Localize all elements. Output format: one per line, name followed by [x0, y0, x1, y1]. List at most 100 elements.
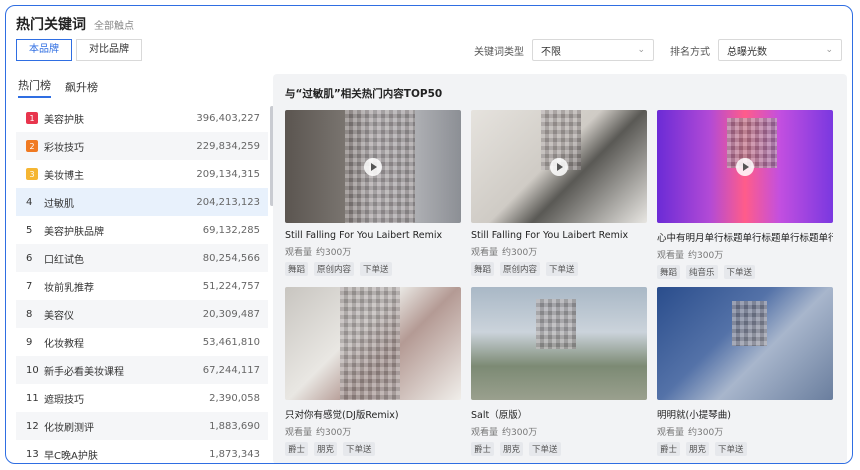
rank-value: 69,132,285 [202, 224, 260, 236]
video-thumbnail[interactable] [285, 287, 461, 400]
video-thumbnail[interactable] [285, 110, 461, 223]
views-count: 约300万 [688, 251, 724, 261]
content-card[interactable]: Salt（原版） 观看量 约300万 爵士 朋克 下单送 [471, 287, 647, 456]
rank-badge: 1 [26, 112, 38, 124]
ranking-row[interactable]: 2 彩妆技巧 229,834,259 [16, 132, 268, 160]
tag[interactable]: 舞蹈 [657, 265, 681, 279]
ranking-row[interactable]: 7 妆前乳推荐 51,224,757 [16, 272, 268, 300]
tag[interactable]: 爵士 [471, 442, 495, 456]
views-label: 观看量 [657, 428, 685, 438]
card-tags: 舞蹈 原创内容 下单送 [285, 262, 461, 276]
rank-keyword: 遮瑕技巧 [44, 394, 84, 406]
card-tags: 舞蹈 纯音乐 下单送 [657, 265, 833, 279]
content-card[interactable]: Still Falling For You Laibert Remix 观看量 约3… [285, 110, 461, 276]
rank-value: 1,883,690 [209, 420, 260, 432]
rank-keyword: 早C晚A护肤 [44, 450, 98, 462]
ranking-panel: 热门榜 飙升榜 1 美容护肤 396,403,227 2 彩妆技巧 229,834,259… [16, 74, 274, 463]
rank-value: 209,134,315 [196, 168, 260, 180]
tag[interactable]: 舞蹈 [285, 262, 309, 276]
panel-subtitle: 全部触点 [94, 21, 134, 32]
rank-value: 229,834,259 [196, 140, 260, 152]
card-views: 观看量 约300万 [657, 425, 833, 438]
card-title[interactable]: 只对你有感觉(DJ版Remix) [285, 407, 461, 421]
card-views: 观看量 约300万 [471, 425, 647, 438]
ranking-row[interactable]: 4 过敏肌 204,213,123 [16, 188, 268, 216]
play-icon[interactable] [550, 157, 568, 176]
rank-value: 396,403,227 [196, 112, 260, 124]
tag[interactable]: 爵士 [285, 442, 309, 456]
panel-title: 热门关键词 [16, 17, 86, 33]
rank-keyword: 化妆刷测评 [44, 422, 94, 434]
card-title[interactable]: Salt（原版） [471, 407, 647, 421]
keyword-type-select[interactable]: 不限 ⌄ [532, 39, 654, 61]
rank-number: 12 [26, 420, 39, 432]
content-card[interactable]: 心中有明月单行标题单行标题单行标题单行标题观看量约300万舞蹈纯音乐下单送 [657, 110, 833, 279]
play-icon[interactable] [736, 157, 754, 176]
card-views: 观看量 约300万 [471, 245, 647, 258]
rank-number: 4 [26, 196, 33, 208]
ranking-row[interactable]: 5 美容护肤品牌 69,132,285 [16, 216, 268, 244]
ranking-row[interactable]: 13 早C晚A护肤 1,873,343 [16, 440, 268, 463]
tag[interactable]: 爵士 [657, 442, 681, 456]
ranking-row[interactable]: 10 新手必看美妆课程 67,244,117 [16, 356, 268, 384]
content-card[interactable]: Still Falling For You Laibert Remix 观看量 约3… [471, 110, 647, 276]
play-icon[interactable] [364, 157, 382, 176]
ranking-row[interactable]: 9 化妆教程 53,461,810 [16, 328, 268, 356]
rank-number: 7 [26, 280, 33, 292]
chevron-down-icon: ⌄ [637, 45, 645, 55]
tag[interactable]: 原创内容 [314, 262, 355, 276]
rank-keyword: 妆前乳推荐 [44, 282, 94, 294]
card-title[interactable]: Still Falling For You Laibert Remix [285, 230, 461, 241]
tag[interactable]: 朋克 [314, 442, 338, 456]
ranking-row[interactable]: 3 美妆博主 209,134,315 [16, 160, 268, 188]
tab-rising[interactable]: 飙升榜 [65, 79, 98, 98]
ranking-row[interactable]: 6 口红试色 80,254,566 [16, 244, 268, 272]
tag[interactable]: 朋克 [686, 442, 710, 456]
blurred-face-overlay [732, 301, 767, 346]
tag[interactable]: 原创内容 [500, 262, 541, 276]
ranking-row[interactable]: 1 美容护肤 396,403,227 [16, 104, 268, 132]
card-title[interactable]: 明明就(小提琴曲) [657, 407, 833, 421]
ranking-row[interactable]: 11 遮瑕技巧 2,390,058 [16, 384, 268, 412]
ranking-row[interactable]: 8 美容仪 20,309,487 [16, 300, 268, 328]
rank-keyword: 美妆博主 [44, 170, 84, 182]
card-views: 观看量 约300万 [285, 425, 461, 438]
video-thumbnail[interactable] [471, 110, 647, 223]
tab-hot[interactable]: 热门榜 [18, 77, 51, 98]
tag[interactable]: 下单送 [715, 442, 747, 456]
rank-keyword: 口红试色 [44, 254, 84, 266]
tag[interactable]: 下单送 [529, 442, 561, 456]
video-thumbnail[interactable] [657, 287, 833, 400]
tag[interactable]: 下单送 [546, 262, 578, 276]
rank-keyword: 彩妆技巧 [44, 142, 84, 154]
tag[interactable]: 纯音乐 [686, 265, 718, 279]
card-title[interactable]: Still Falling For You Laibert Remix [471, 230, 647, 241]
sort-select[interactable]: 总曝光数 ⌄ [718, 39, 842, 61]
card-tags: 舞蹈 原创内容 下单送 [471, 262, 647, 276]
compare-brand-button[interactable]: 对比品牌 [76, 39, 142, 61]
content-card[interactable]: 只对你有感觉(DJ版Remix) 观看量 约300万 爵士 朋克 下单送 [285, 287, 461, 456]
rank-keyword: 化妆教程 [44, 338, 84, 350]
video-thumbnail[interactable] [657, 110, 833, 223]
rank-number: 2 [26, 140, 44, 152]
rank-keyword: 美容仪 [44, 310, 74, 322]
rank-keyword: 新手必看美妆课程 [44, 366, 124, 378]
blurred-face-overlay [340, 287, 400, 400]
tag[interactable]: 下单送 [360, 262, 392, 276]
video-thumbnail[interactable] [471, 287, 647, 400]
views-count: 约300万 [316, 248, 352, 258]
tag[interactable]: 舞蹈 [471, 262, 495, 276]
related-content-panel: 与“过敏肌”相关热门内容TOP50 Still Falling For You … [273, 74, 847, 463]
ranking-row[interactable]: 12 化妆刷测评 1,883,690 [16, 412, 268, 440]
card-title[interactable]: 心中有明月单行标题单行标题单行标题单行标题 [657, 230, 833, 244]
rank-number: 11 [26, 392, 39, 404]
rank-keyword: 美容护肤 [44, 114, 84, 126]
rank-number: 8 [26, 308, 33, 320]
tag[interactable]: 朋克 [500, 442, 524, 456]
tag[interactable]: 下单送 [723, 265, 756, 279]
views-label: 观看量 [657, 251, 685, 261]
content-card[interactable]: 明明就(小提琴曲) 观看量 约300万 爵士 朋克 下单送 [657, 287, 833, 456]
own-brand-button[interactable]: 本品牌 [16, 39, 72, 61]
tag[interactable]: 下单送 [343, 442, 375, 456]
blurred-face-overlay [536, 299, 576, 349]
